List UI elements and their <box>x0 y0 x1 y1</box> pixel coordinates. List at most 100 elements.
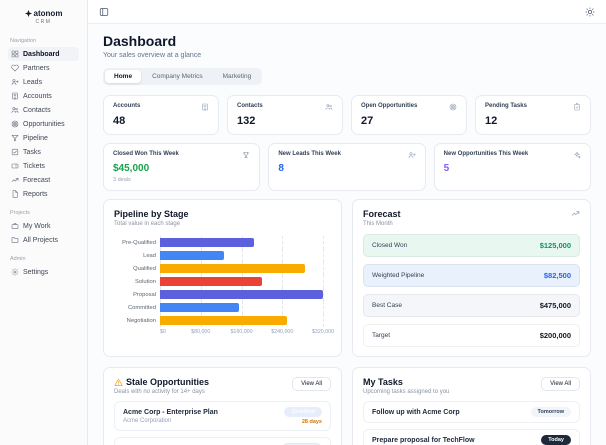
stale-opportunity-row[interactable]: TechFlow - Platform License TechFlow Sol… <box>114 437 331 445</box>
task-row[interactable]: Prepare proposal for TechFlow Today <box>363 429 580 445</box>
days-inactive: 28 days <box>301 419 322 425</box>
tab[interactable]: Marketing <box>214 70 261 83</box>
chart-bar-row: Pre-Qualified <box>114 236 324 249</box>
sidebar-item[interactable]: Contacts <box>8 103 79 117</box>
sidebar-item[interactable]: Forecast <box>8 173 79 187</box>
tab[interactable]: Company Metrics <box>143 70 212 83</box>
tasks-view-all-button[interactable]: View All <box>541 377 580 391</box>
sidebar-item[interactable]: My Work <box>8 219 79 233</box>
forecast-row: Best Case $475,000 <box>363 294 580 317</box>
week-stat-subtext: 3 deals <box>113 177 131 183</box>
sidebar-item-label: Leads <box>23 78 43 86</box>
sparkles-icon <box>573 151 581 159</box>
logo: atonom CRM <box>8 7 79 29</box>
briefcase-icon <box>11 222 19 230</box>
stale-subtitle: Deals with no activity for 14+ days <box>114 389 205 395</box>
user-plus-icon <box>408 151 416 159</box>
stat-card: Open Opportunities 27 <box>351 95 467 135</box>
week-stat-label: Closed Won This Week <box>113 151 179 157</box>
sidebar-section-navigation: Navigation Dashboard Partners Leads Acco… <box>8 38 79 201</box>
forecast-subtitle: This Month <box>363 221 393 227</box>
week-stat-subtext <box>444 177 581 183</box>
stats-row: Accounts 48 Contacts 132 Open Opportunit… <box>103 95 591 135</box>
sidebar-toggle-icon[interactable] <box>99 7 109 17</box>
trophy-icon <box>242 151 250 159</box>
chart-bar <box>160 251 224 260</box>
sidebar-item[interactable]: Opportunities <box>8 117 79 131</box>
pipeline-title: Pipeline by Stage <box>114 209 189 219</box>
topbar <box>88 0 606 24</box>
chart-category-label: Solution <box>135 278 156 285</box>
sidebar-item-label: Forecast <box>23 176 51 184</box>
funnel-icon <box>11 134 19 142</box>
chart-category-label: Committed <box>127 304 156 311</box>
chart-bar-row: Committed <box>114 301 324 314</box>
chart-category-label: Pre-Qualified <box>122 239 156 246</box>
sidebar-item[interactable]: Accounts <box>8 89 79 103</box>
middle-row: Pipeline by Stage Total value in each st… <box>103 199 591 357</box>
stat-label: Open Opportunities <box>361 103 418 109</box>
tab[interactable]: Home <box>105 70 142 83</box>
stat-label: Accounts <box>113 103 141 109</box>
pipeline-x-axis: $0 $80,000 $160,000 $240,000 $320,000 <box>160 329 334 338</box>
sidebar-section-admin: Admin Settings <box>8 256 79 279</box>
chart-bar-row: Negotiation <box>114 314 324 327</box>
stale-opportunity-row[interactable]: Acme Corp - Enterprise Plan Acme Corpora… <box>114 401 331 431</box>
stat-label: Contacts <box>237 103 263 109</box>
sidebar-item-label: Opportunities <box>23 120 65 128</box>
chart-x-tick: $160,000 <box>230 329 253 335</box>
logo-text: atonom <box>33 9 63 18</box>
stat-card: Pending Tasks 12 <box>475 95 591 135</box>
forecast-panel: Forecast This Month Closed Won $125,000 <box>352 199 591 357</box>
trend-icon <box>11 176 19 184</box>
theme-toggle-icon[interactable] <box>585 6 595 17</box>
sidebar-item[interactable]: Leads <box>8 75 79 89</box>
chart-x-tick: $320,000 <box>311 329 335 335</box>
forecast-row-label: Best Case <box>372 302 402 309</box>
forecast-row-value: $125,000 <box>539 241 571 250</box>
sidebar-item-label: Tickets <box>23 162 45 170</box>
sidebar-item-label: Reports <box>23 190 48 198</box>
week-stats-row: Closed Won This Week $45,000 3 deals New… <box>103 143 591 191</box>
stat-card: Accounts 48 <box>103 95 219 135</box>
tasks-title: My Tasks <box>363 377 403 387</box>
stale-title: Stale Opportunities <box>126 377 210 387</box>
chart-bar <box>160 277 262 286</box>
my-tasks-panel: My Tasks Upcoming tasks assigned to you … <box>352 367 591 445</box>
sidebar-item[interactable]: Partners <box>8 61 79 75</box>
sidebar-section-label: Projects <box>10 210 30 216</box>
sidebar-item[interactable]: All Projects <box>8 233 79 247</box>
app-window: atonom CRM Navigation Dashboard Partners <box>0 0 606 445</box>
stale-view-all-button[interactable]: View All <box>292 377 331 391</box>
forecast-row: Target $200,000 <box>363 324 580 347</box>
task-name: Prepare proposal for TechFlow <box>372 436 475 444</box>
chart-x-tick: $80,000 <box>191 329 211 335</box>
task-row[interactable]: Follow up with Acme Corp Tomorrow <box>363 401 580 423</box>
stat-card: Contacts 132 <box>227 95 343 135</box>
stat-value: 12 <box>485 115 498 127</box>
sidebar-item[interactable]: Pipeline <box>8 131 79 145</box>
tasks-subtitle: Upcoming tasks assigned to you <box>363 389 450 395</box>
ticket-icon <box>11 162 19 170</box>
sidebar-item-label: Accounts <box>23 92 52 100</box>
forecast-title: Forecast <box>363 209 401 219</box>
sidebar-item[interactable]: Tickets <box>8 159 79 173</box>
sidebar-item[interactable]: Reports <box>8 187 79 201</box>
stat-value: 132 <box>237 115 256 127</box>
dashboard-tabs: Home Company Metrics Marketing <box>103 68 263 85</box>
sidebar-item[interactable]: Tasks <box>8 145 79 159</box>
forecast-row-value: $475,000 <box>539 301 571 310</box>
chart-category-label: Negotiation <box>126 317 156 324</box>
forecast-row-label: Target <box>372 332 391 339</box>
chart-bar-row: Solution <box>114 275 324 288</box>
sidebar-item[interactable]: Settings <box>8 265 79 279</box>
week-stat-card: Closed Won This Week $45,000 3 deals <box>103 143 261 191</box>
sidebar-item[interactable]: Dashboard <box>8 47 79 61</box>
sidebar-section-label: Admin <box>10 256 26 262</box>
sidebar-admin-list: Settings <box>8 265 79 279</box>
forecast-row: Weighted Pipeline $82,500 <box>363 264 580 287</box>
opportunity-name: Acme Corp - Enterprise Plan <box>123 408 218 416</box>
sidebar-nav-list: Dashboard Partners Leads Accounts Contac… <box>8 47 79 201</box>
sidebar-section-projects: Projects My Work All Projects <box>8 210 79 247</box>
chart-bar <box>160 238 255 247</box>
